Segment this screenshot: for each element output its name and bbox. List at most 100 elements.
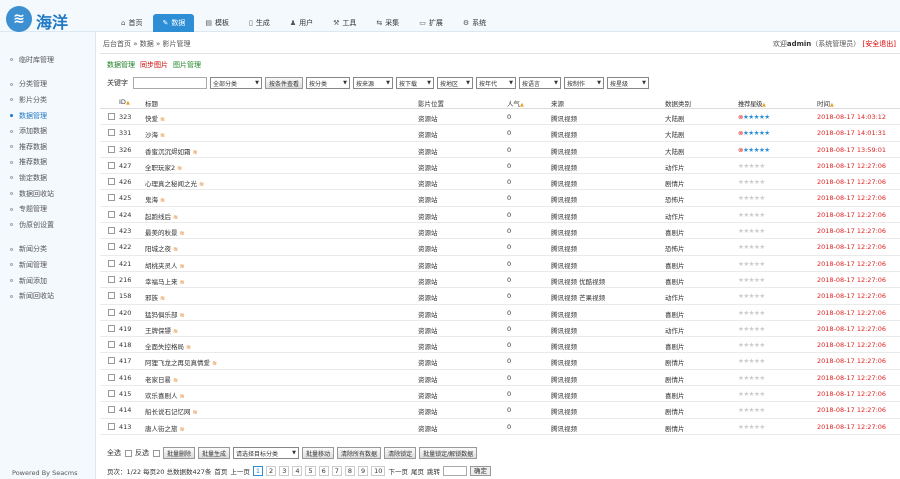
row-title[interactable]: 快爱 ≋ xyxy=(145,113,165,123)
row-checkbox[interactable] xyxy=(108,275,115,283)
filter-select[interactable]: 按下载 ▼ xyxy=(396,77,435,89)
row-checkbox[interactable] xyxy=(108,227,115,235)
sidebar-item[interactable]: 新闻管理 xyxy=(0,257,95,273)
row-title-text[interactable]: 心理真之秘闻之光 xyxy=(145,180,197,188)
target-category-select[interactable]: 请选择目标分类 ▼ xyxy=(233,447,300,459)
row-title-text[interactable]: 船长说石记忆网 xyxy=(145,408,191,416)
page-number[interactable]: 10 xyxy=(371,466,386,476)
batch-move-button[interactable]: 批量移动 xyxy=(302,447,335,459)
batch-generate-button[interactable]: 批量生成 xyxy=(198,447,231,459)
row-title-text[interactable]: 鬼海 xyxy=(145,196,158,204)
row-title[interactable]: 王牌保镖 ≋ xyxy=(145,325,178,335)
row-checkbox[interactable] xyxy=(108,406,115,414)
sidebar-item[interactable]: 影片分类 xyxy=(0,92,95,108)
col-rating[interactable]: 推荐星级▲ xyxy=(738,98,766,108)
filter-select[interactable]: 按年代 ▼ xyxy=(476,77,517,89)
nav-tab-1[interactable]: ✎ 数据 xyxy=(153,14,195,32)
star-icon[interactable]: ★ xyxy=(759,260,765,268)
row-rating[interactable]: ★★★★★ xyxy=(738,309,765,317)
row-checkbox[interactable] xyxy=(108,341,115,349)
page-number[interactable]: 1 xyxy=(252,466,264,476)
row-title[interactable]: 沙海 ≋ xyxy=(145,129,165,139)
row-title-text[interactable]: 邪族 xyxy=(145,294,158,302)
row-rating[interactable]: ★★★★★ xyxy=(738,162,765,170)
page-number[interactable]: 2 xyxy=(266,466,277,476)
row-rating[interactable]: ★★★★★ xyxy=(738,374,765,382)
row-title[interactable]: 老家日晷 ≋ xyxy=(145,374,178,384)
row-rating[interactable]: ★★★★★ xyxy=(738,227,765,235)
filter-select[interactable]: 按语言 ▼ xyxy=(519,77,562,89)
row-title-text[interactable]: 幸福马上来 xyxy=(145,278,178,286)
row-title-text[interactable]: 全面失控格局 xyxy=(145,343,184,351)
row-rating[interactable]: ★★★★★ xyxy=(738,357,765,365)
star-icon[interactable]: ★ xyxy=(759,243,765,251)
star-icon[interactable]: ★ xyxy=(764,113,770,121)
row-checkbox[interactable] xyxy=(108,194,115,202)
row-rating[interactable]: ★★★★★ xyxy=(738,341,765,349)
star-icon[interactable]: ★ xyxy=(759,406,765,414)
sidebar-item[interactable]: 临时库管理 xyxy=(0,52,95,68)
page-number[interactable]: 7 xyxy=(331,466,342,476)
keyword-input[interactable] xyxy=(133,77,207,89)
row-checkbox[interactable] xyxy=(108,145,115,153)
page-number[interactable]: 6 xyxy=(318,466,329,476)
first-page-link[interactable]: 首页 xyxy=(214,466,227,476)
filter-select[interactable]: 按分类 ▼ xyxy=(306,77,351,89)
row-title[interactable]: 猛犸俱乐部 ≋ xyxy=(145,309,185,319)
row-checkbox[interactable] xyxy=(108,390,115,398)
row-title[interactable]: 欢乐喜剧人 ≋ xyxy=(145,390,185,400)
search-button[interactable]: 按条件查看 xyxy=(265,77,304,89)
sidebar-item[interactable]: 分类管理 xyxy=(0,77,95,93)
row-rating[interactable]: ⊗★★★★★ xyxy=(738,113,770,121)
nav-tab-0[interactable]: ⌂ 首页 xyxy=(112,14,151,32)
page-number[interactable]: 4 xyxy=(292,466,303,476)
row-rating[interactable]: ⊗★★★★★ xyxy=(738,146,770,154)
sidebar-item[interactable]: 伪原创设置 xyxy=(0,217,95,233)
star-icon[interactable]: ★ xyxy=(759,292,765,300)
row-checkbox[interactable] xyxy=(108,292,115,300)
row-checkbox[interactable] xyxy=(108,308,115,316)
sidebar-item[interactable]: 锁定数据 xyxy=(0,170,95,186)
star-icon[interactable]: ★ xyxy=(759,178,765,186)
star-icon[interactable]: ★ xyxy=(759,276,765,284)
col-id[interactable]: ID▲ xyxy=(119,98,130,106)
row-title-text[interactable]: 胡桃夹灵人 xyxy=(145,262,178,270)
row-rating[interactable]: ★★★★★ xyxy=(738,194,765,202)
subtab-sync-images[interactable]: 同步图片 xyxy=(140,60,168,70)
row-rating[interactable]: ★★★★★ xyxy=(738,243,765,251)
subtab-image-manage[interactable]: 图片管理 xyxy=(173,60,201,70)
row-title[interactable]: 幸福马上来 ≋ xyxy=(145,276,185,286)
clear-lock-button[interactable]: 清除锁定 xyxy=(384,447,417,459)
invert-select-checkbox[interactable] xyxy=(153,449,160,457)
row-checkbox[interactable] xyxy=(108,324,115,332)
row-title-text[interactable]: 猛犸俱乐部 xyxy=(145,311,178,319)
star-icon[interactable]: ★ xyxy=(759,227,765,235)
category-select[interactable]: 全部分类 ▼ xyxy=(210,77,262,89)
sidebar-item[interactable]: 新闻回收站 xyxy=(0,288,95,304)
row-title[interactable]: 最美的秋景 ≋ xyxy=(145,227,185,237)
row-rating[interactable]: ★★★★★ xyxy=(738,260,765,268)
row-rating[interactable]: ★★★★★ xyxy=(738,211,765,219)
star-icon[interactable]: ★ xyxy=(764,129,770,137)
star-icon[interactable]: ★ xyxy=(764,146,770,154)
nav-tab-3[interactable]: ▯ 生成 xyxy=(240,14,279,32)
batch-lock-button[interactable]: 批量锁定/解锁数据 xyxy=(419,447,478,459)
nav-tab-7[interactable]: ▭ 扩展 xyxy=(410,14,452,32)
row-title-text[interactable]: 王牌保镖 xyxy=(145,327,171,335)
sidebar-item[interactable]: 新闻分类 xyxy=(0,242,95,258)
star-icon[interactable]: ★ xyxy=(759,390,765,398)
row-checkbox[interactable] xyxy=(108,422,115,430)
nav-tab-5[interactable]: ⚒ 工具 xyxy=(324,14,365,32)
row-title-text[interactable]: 快爱 xyxy=(145,115,158,123)
row-title[interactable]: 全面失控格局 ≋ xyxy=(145,341,191,351)
row-rating[interactable]: ★★★★★ xyxy=(738,406,765,414)
star-icon[interactable]: ★ xyxy=(759,211,765,219)
last-page-link[interactable]: 尾页 xyxy=(411,466,424,476)
page-number[interactable]: 8 xyxy=(344,466,356,476)
nav-tab-2[interactable]: ▤ 模板 xyxy=(196,14,238,32)
row-rating[interactable]: ★★★★★ xyxy=(738,292,765,300)
nav-tab-6[interactable]: ⇆ 采集 xyxy=(367,14,408,32)
col-time[interactable]: 时间▲ xyxy=(817,98,834,108)
filter-select[interactable]: 按地区 ▼ xyxy=(437,77,474,89)
row-rating[interactable]: ★★★★★ xyxy=(738,390,765,398)
